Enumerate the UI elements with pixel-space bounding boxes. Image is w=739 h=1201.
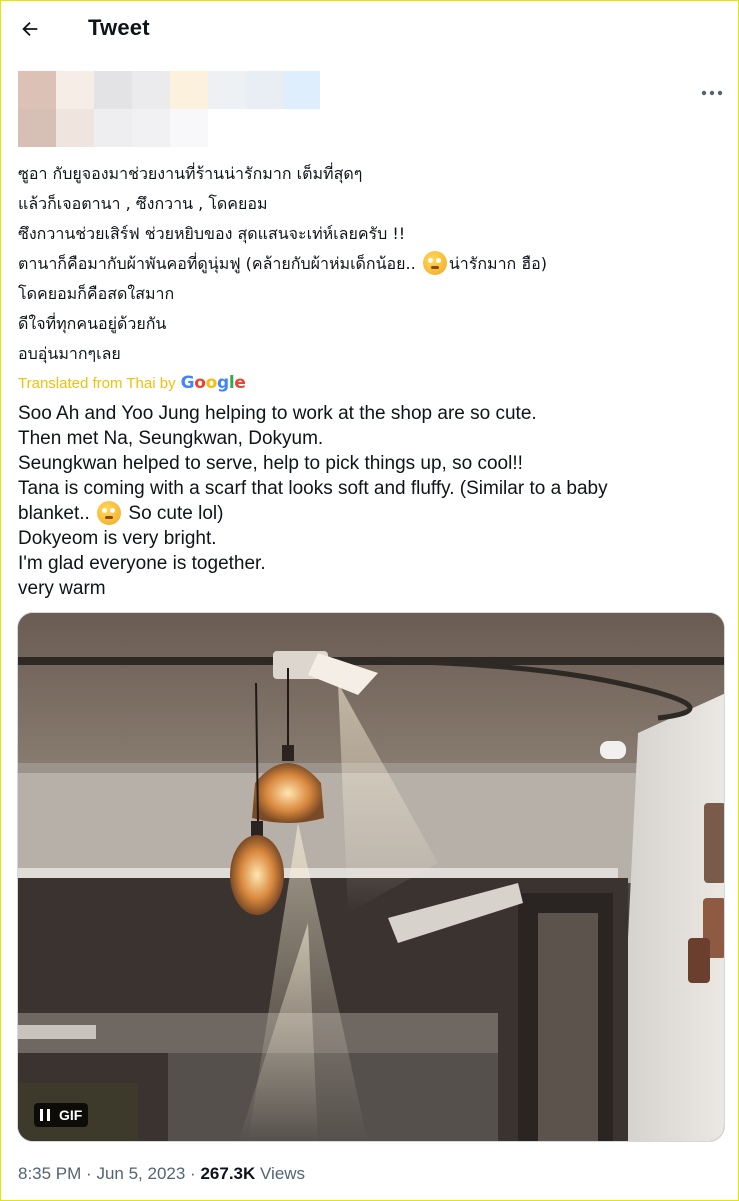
translation-attribution[interactable]: Translated from Thai by Google [18, 373, 246, 393]
text-line: blanket.. So cute lol) [18, 501, 723, 526]
views-label: Views [260, 1164, 306, 1183]
top-bar: Tweet [0, 0, 739, 58]
gif-label: GIF [59, 1107, 83, 1123]
translated-label: Translated from Thai by [18, 374, 176, 392]
face-with-rolling-eyes-emoji [422, 251, 447, 275]
tweet-text-translated: Soo Ah and Yoo Jung helping to work at t… [18, 401, 723, 601]
text-line: I'm glad everyone is together. [18, 553, 266, 574]
text-line: Dokyeom is very bright. [18, 528, 217, 549]
text-line: ซูอา กับยูจองมาช่วยงานที่ร้านน่ารักมาก เ… [18, 164, 363, 183]
tweet-time[interactable]: 8:35 PM [18, 1164, 81, 1183]
text-line: Then met Na, Seungkwan, Dokyum. [18, 428, 324, 449]
google-logo: Google [180, 373, 246, 393]
text-segment: So cute lol) [128, 503, 224, 524]
separator: · [86, 1164, 92, 1183]
text-line: ดีใจที่ทุกคนอยู่ด้วยกัน [18, 314, 167, 333]
author-info-redacted[interactable] [18, 71, 320, 147]
more-horizontal-icon [701, 90, 723, 96]
tweet-date[interactable]: Jun 5, 2023 [96, 1164, 185, 1183]
text-line: Soo Ah and Yoo Jung helping to work at t… [18, 403, 537, 424]
text-line: แล้วก็เจอตานา , ซึงกวาน , โดคยอม [18, 194, 268, 213]
tweet-metadata: 8:35 PM · Jun 5, 2023 · 267.3K Views [18, 1164, 305, 1184]
separator: · [190, 1164, 196, 1183]
gif-playback-badge[interactable]: GIF [34, 1103, 89, 1127]
pause-icon [40, 1109, 50, 1121]
views-count: 267.3K [200, 1164, 256, 1183]
cafe-interior-photo [18, 613, 724, 1141]
tweet-text-original: ซูอา กับยูจองมาช่วยงานที่ร้านน่ารักมาก เ… [18, 159, 718, 369]
text-line: ตานาก็คือมากับผ้าพันคอที่ดูนุ่มฟู (คล้าย… [18, 249, 718, 279]
back-button[interactable] [14, 13, 46, 45]
arrow-left-icon [22, 21, 38, 37]
face-with-rolling-eyes-emoji [97, 501, 122, 525]
text-segment: ตานาก็คือมากับผ้าพันคอที่ดูนุ่มฟู (คล้าย… [18, 254, 416, 273]
tweet-gif-media[interactable] [17, 612, 725, 1142]
text-line: Tana is coming with a scarf that looks s… [18, 478, 608, 499]
text-segment: น่ารักมาก ฮือ) [448, 254, 547, 273]
text-line: อบอุ่นมากๆเลย [18, 344, 121, 363]
page-title: Tweet [88, 15, 150, 40]
text-line: Seungkwan helped to serve, help to pick … [18, 453, 523, 474]
text-line: ซึงกวานช่วยเสิร์ฟ ช่วยหยิบของ สุดแสนจะเท… [18, 224, 406, 243]
text-line: very warm [18, 578, 106, 599]
text-segment: blanket.. [18, 503, 90, 524]
more-options-button[interactable] [697, 80, 727, 106]
text-line: โดคยอมก็คือสดใสมาก [18, 284, 175, 303]
